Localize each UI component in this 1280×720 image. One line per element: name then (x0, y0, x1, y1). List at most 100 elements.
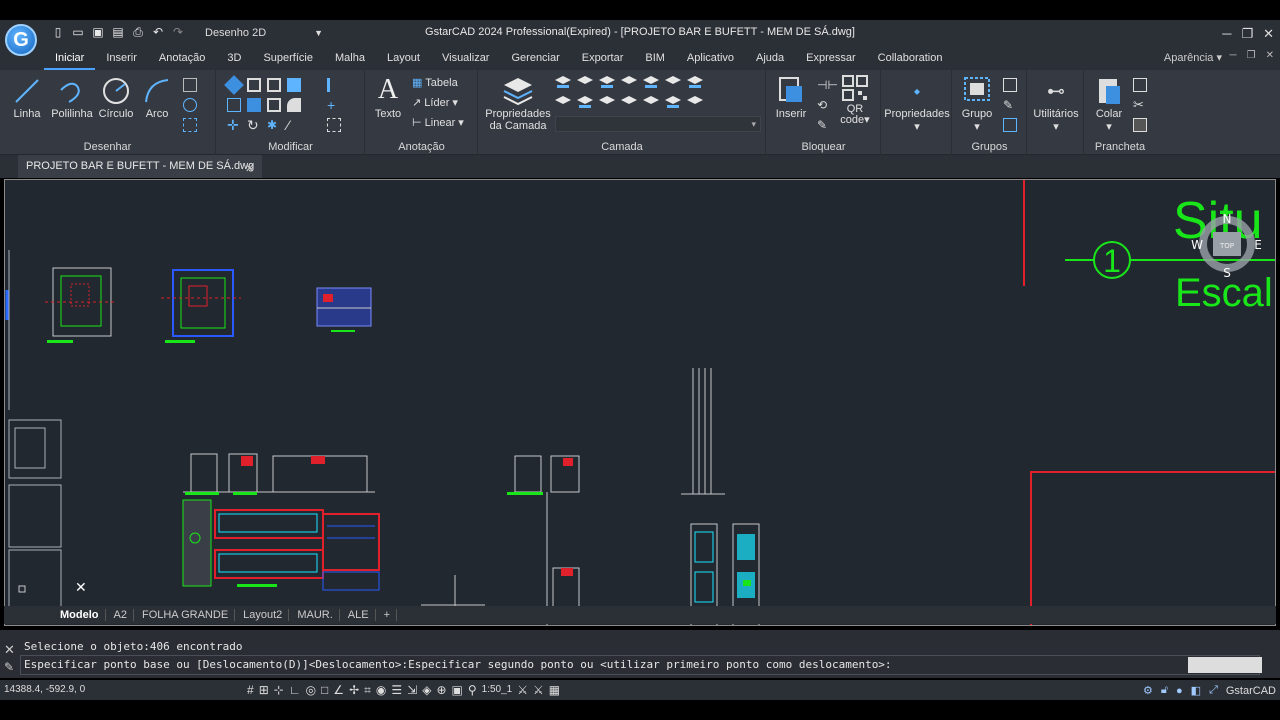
open-folder-icon[interactable]: ▭ (70, 24, 86, 40)
settings-gear-icon[interactable]: ⚙ (1143, 684, 1153, 697)
panel-title-camada[interactable]: Camada (479, 141, 765, 153)
annotation-visibility-icon[interactable]: ◈ (422, 683, 431, 698)
appearance-dropdown[interactable]: Aparência ▾ (1164, 51, 1222, 64)
explode-icon[interactable]: ✱ (267, 118, 281, 132)
doc-minimize-icon[interactable]: ─ (1230, 50, 1237, 61)
move-icon[interactable]: ✛ (227, 118, 241, 132)
scale-icon[interactable] (267, 98, 281, 112)
group-button[interactable]: Grupo ▾ (959, 74, 995, 133)
command-scrollbar[interactable] (1188, 657, 1262, 673)
close-command-icon[interactable]: ✕ (4, 642, 15, 658)
osnap-icon[interactable]: □ (321, 683, 328, 698)
otrack-icon[interactable]: ∠ (333, 683, 344, 698)
polar-icon[interactable]: ◎ (306, 683, 316, 698)
grid-icon[interactable]: ⊞ (259, 683, 269, 698)
layout-tab[interactable]: + (378, 609, 397, 621)
minimize-icon[interactable]: ─ (1222, 26, 1231, 42)
ribbon-tab[interactable]: Layout (376, 52, 431, 70)
layout-tab[interactable]: Modelo (54, 609, 106, 621)
save-as-icon[interactable]: ▤ (110, 24, 126, 40)
doc-close-icon[interactable]: ✕ (1266, 50, 1274, 61)
auto-scale-icon[interactable]: ⚔ (533, 683, 544, 698)
ribbon-tab[interactable]: BIM (634, 52, 676, 70)
trim-icon[interactable]: + (327, 98, 341, 112)
leader-button[interactable]: ↗ Líder ▾ (412, 96, 458, 109)
ribbon-tab[interactable]: Superfície (252, 52, 324, 70)
ungroup-icon[interactable] (1003, 78, 1017, 92)
ribbon-tab[interactable]: 3D (216, 52, 252, 70)
block-editor-icon[interactable]: ⊣⊢ (817, 78, 838, 92)
table-button[interactable]: ▦ Tabela (412, 76, 458, 89)
layout-tab[interactable]: Layout2 (237, 609, 290, 621)
lineweight-icon[interactable]: ◉ (376, 683, 386, 698)
close-tab-icon[interactable]: ✕ (245, 162, 254, 175)
lock-icon[interactable]: 🔓︎ (1161, 684, 1168, 697)
save-icon[interactable]: ▣ (90, 24, 106, 40)
ribbon-tab[interactable]: Malha (324, 52, 376, 70)
undo-icon[interactable]: ↶ (150, 24, 166, 40)
ortho-icon[interactable]: ∟ (289, 683, 301, 698)
qr-code-button[interactable]: QR code▾ (837, 74, 873, 126)
linear-dim-button[interactable]: ⊢ Linear ▾ (412, 116, 464, 129)
erase-icon[interactable] (224, 75, 244, 95)
layout-tab[interactable]: FOLHA GRANDE (136, 609, 236, 621)
new-file-icon[interactable]: ▯ (50, 24, 66, 40)
align-icon[interactable] (327, 78, 341, 92)
copy-icon[interactable] (247, 78, 261, 92)
ribbon-tab[interactable]: Ajuda (745, 52, 795, 70)
cut-icon[interactable]: ✂ (1133, 98, 1147, 112)
block-attribute-icon[interactable]: ⟲ (817, 98, 831, 112)
panel-title-anotacao[interactable]: Anotação (366, 141, 477, 153)
utilities-button[interactable]: ⊷ Utilitários ▾ (1030, 76, 1082, 133)
redo-icon[interactable]: ↷ (170, 24, 186, 40)
layout-tab[interactable]: A2 (108, 609, 134, 621)
doc-restore-icon[interactable]: ❐ (1247, 50, 1256, 61)
ribbon-tab[interactable]: Inserir (95, 52, 148, 70)
layer-tools-icons[interactable] (555, 74, 715, 114)
arc-button[interactable]: Arco (140, 76, 174, 120)
group-select-icon[interactable] (1003, 118, 1017, 132)
rectangle-icon[interactable] (183, 78, 197, 92)
document-tab[interactable]: PROJETO BAR E BUFETT - MEM DE SÁ.dwg (18, 155, 263, 178)
text-button[interactable]: A Texto (372, 74, 404, 120)
layer-properties-button[interactable]: Propriedades da Camada (483, 74, 553, 132)
properties-button[interactable]: ⬩ Propriedades ▾ (884, 76, 950, 133)
ribbon-tab[interactable]: Exportar (571, 52, 635, 70)
circle-button[interactable]: Círculo (98, 76, 134, 120)
hardware-icon[interactable]: ◧ (1191, 684, 1201, 697)
group-edit-icon[interactable]: ✎ (1003, 98, 1017, 112)
snap-icon[interactable]: ⊹ (274, 683, 284, 698)
copy-clip-icon[interactable] (1133, 78, 1147, 92)
ellipse-icon[interactable] (183, 98, 197, 112)
print-icon[interactable]: ⎙ (130, 24, 146, 40)
clean-screen-icon[interactable]: ⤢ (1209, 684, 1218, 697)
close-icon[interactable]: ✕ (1263, 26, 1274, 42)
break-icon[interactable]: ⁄ (287, 118, 301, 132)
command-customize-icon[interactable]: ✎ (4, 660, 14, 674)
annotation-scale-value[interactable]: 1:50_1 (482, 683, 513, 698)
join-icon[interactable] (327, 118, 341, 132)
fillet-icon[interactable] (287, 98, 301, 112)
panel-title-bloquear[interactable]: Bloquear (767, 141, 880, 153)
mirror-icon[interactable] (267, 78, 281, 92)
panel-title-modificar[interactable]: Modificar (217, 141, 364, 153)
layout-tab[interactable]: ALE (342, 609, 376, 621)
dynamic-input-icon[interactable]: ⌗ (364, 683, 371, 698)
dynamic-ucs-icon[interactable]: ✢ (349, 683, 359, 698)
transparency-icon[interactable]: ☰ (391, 683, 402, 698)
layer-dropdown[interactable]: ▾ (555, 116, 761, 132)
workspace-dropdown[interactable]: Desenho 2D ▼ (205, 25, 325, 41)
viewport-icon[interactable]: ▣ (452, 683, 463, 698)
line-button[interactable]: Linha (10, 76, 44, 120)
zoom-icon[interactable]: ⊕ (436, 683, 446, 698)
polyline-button[interactable]: Polilinha (50, 76, 94, 120)
insert-block-button[interactable]: Inserir (773, 74, 809, 120)
model-space-icon[interactable]: # (247, 683, 254, 698)
array-icon[interactable] (287, 78, 301, 92)
panel-title-desenhar[interactable]: Desenhar (0, 141, 215, 153)
selection-cycling-icon[interactable]: ⇲ (407, 683, 417, 698)
ribbon-tab[interactable]: Gerenciar (500, 52, 570, 70)
hatch-icon[interactable] (183, 118, 197, 132)
restore-icon[interactable]: ❐ (1241, 26, 1253, 42)
app-logo-icon[interactable]: G (5, 24, 37, 56)
